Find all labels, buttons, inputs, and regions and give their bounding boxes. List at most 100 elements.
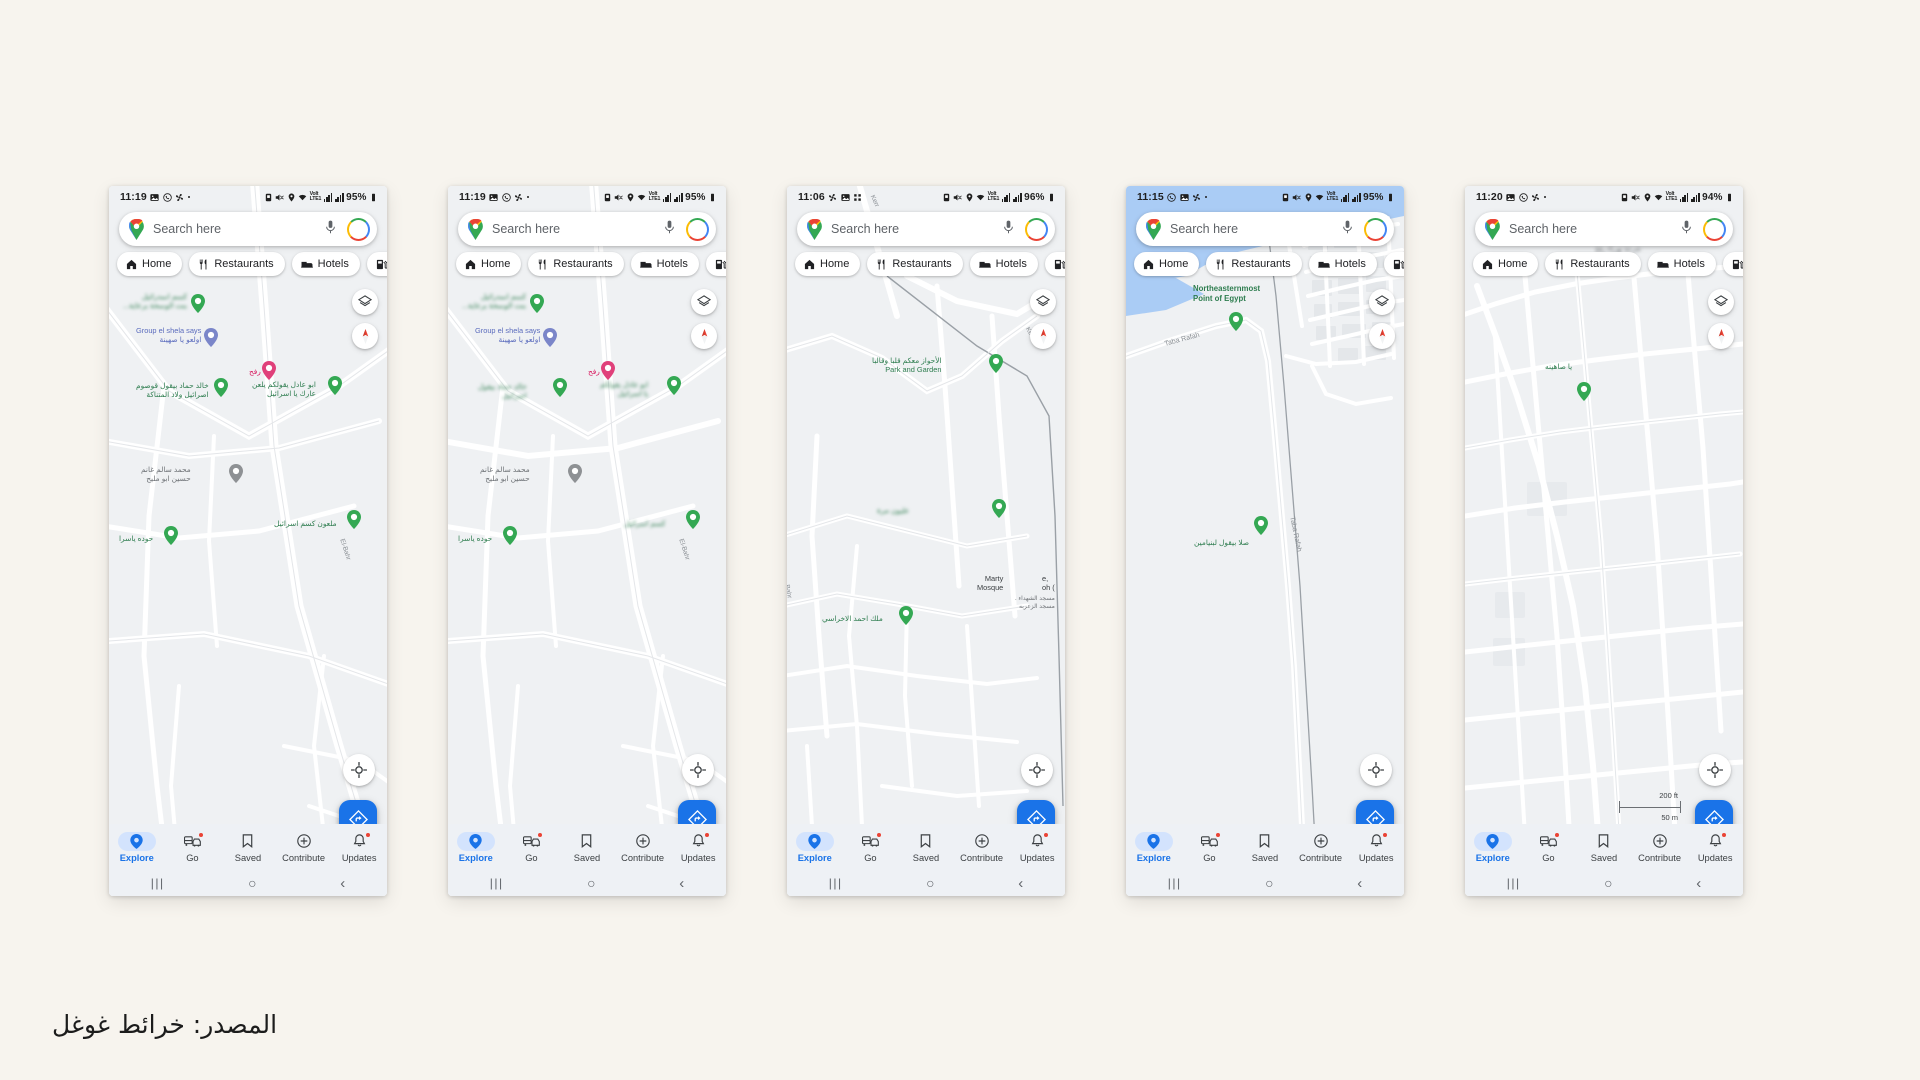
microphone-icon[interactable] xyxy=(325,220,339,239)
nav-updates[interactable]: Updates xyxy=(1348,832,1404,863)
map-layers-button[interactable] xyxy=(1030,289,1056,315)
nav-explore[interactable]: Explore xyxy=(109,831,165,863)
my-location-button[interactable] xyxy=(1021,754,1053,786)
nav-go[interactable]: Go xyxy=(843,832,899,863)
nav-saved[interactable]: Saved xyxy=(559,832,615,863)
recents-button[interactable]: ||| xyxy=(1507,876,1521,890)
search-input[interactable]: Search here xyxy=(831,222,995,236)
back-button[interactable]: ‹ xyxy=(340,875,345,892)
map-marker-park[interactable] xyxy=(667,376,681,395)
chip-restaurants[interactable]: Restaurants xyxy=(1206,252,1302,276)
nav-contribute[interactable]: Contribute xyxy=(1293,832,1349,863)
home-button[interactable]: ○ xyxy=(587,875,595,891)
chip-restaurants[interactable]: Restaurants xyxy=(867,252,963,276)
map-compass-button[interactable] xyxy=(352,323,378,349)
map-compass-button[interactable] xyxy=(1708,323,1734,349)
my-location-button[interactable] xyxy=(1360,754,1392,786)
map-marker-attraction[interactable] xyxy=(899,606,913,625)
chip-home[interactable]: Home xyxy=(456,252,522,276)
home-button[interactable]: ○ xyxy=(1265,875,1273,891)
recents-button[interactable]: ||| xyxy=(1168,876,1182,890)
recents-button[interactable]: ||| xyxy=(490,876,504,890)
chip-hotels[interactable]: Hotels xyxy=(630,252,699,276)
map-canvas-3[interactable]: الأحواز معكم قلبا وقالبا Park and Garden… xyxy=(787,186,1065,896)
map-canvas-4[interactable]: Northeasternmost Point of Egypt Taba Raf… xyxy=(1126,186,1404,896)
map-marker-park[interactable] xyxy=(214,378,228,397)
map-marker-city[interactable] xyxy=(601,361,615,380)
map-compass-button[interactable] xyxy=(1030,323,1056,349)
nav-go[interactable]: Go xyxy=(1521,832,1577,863)
map-marker-park[interactable] xyxy=(328,376,342,395)
search-bar-4[interactable]: Search here xyxy=(1136,212,1394,246)
map-marker-park[interactable] xyxy=(191,294,205,313)
recents-button[interactable]: ||| xyxy=(829,876,843,890)
map-compass-button[interactable] xyxy=(1369,323,1395,349)
map-marker-city[interactable] xyxy=(262,361,276,380)
search-bar-5[interactable]: Search here xyxy=(1475,212,1733,246)
nav-explore[interactable]: Explore xyxy=(448,831,504,863)
nav-contribute[interactable]: Contribute xyxy=(615,832,671,863)
nav-saved[interactable]: Saved xyxy=(220,832,276,863)
search-bar-1[interactable]: Search here xyxy=(119,212,377,246)
search-input[interactable]: Search here xyxy=(1170,222,1334,236)
nav-go[interactable]: Go xyxy=(504,832,560,863)
map-marker-park[interactable] xyxy=(1229,312,1243,331)
map-marker-park[interactable] xyxy=(347,510,361,529)
map-marker-park[interactable] xyxy=(1577,382,1591,401)
map-compass-button[interactable] xyxy=(691,323,717,349)
back-button[interactable]: ‹ xyxy=(1018,875,1023,892)
map-marker-park[interactable] xyxy=(686,510,700,529)
chip-gas[interactable]: Gas xyxy=(1044,252,1065,276)
nav-updates[interactable]: Updates xyxy=(1009,832,1065,863)
avatar[interactable] xyxy=(1364,218,1387,241)
my-location-button[interactable] xyxy=(343,754,375,786)
microphone-icon[interactable] xyxy=(1003,220,1017,239)
nav-updates[interactable]: Updates xyxy=(670,832,726,863)
nav-go[interactable]: Go xyxy=(1182,832,1238,863)
nav-contribute[interactable]: Contribute xyxy=(1632,832,1688,863)
nav-updates[interactable]: Updates xyxy=(331,832,387,863)
my-location-button[interactable] xyxy=(1699,754,1731,786)
avatar[interactable] xyxy=(686,218,709,241)
map-canvas-5[interactable]: شرحة تهرباء رفح يا صاهينه 200 ft 50 m xyxy=(1465,186,1743,896)
nav-go[interactable]: Go xyxy=(165,832,221,863)
map-marker-place[interactable] xyxy=(229,464,243,483)
map-layers-button[interactable] xyxy=(1708,289,1734,315)
search-input[interactable]: Search here xyxy=(1509,222,1673,236)
chip-home[interactable]: Home xyxy=(1473,252,1539,276)
nav-contribute[interactable]: Contribute xyxy=(276,832,332,863)
chip-hotels[interactable]: Hotels xyxy=(291,252,360,276)
map-marker-restaurant[interactable] xyxy=(204,328,218,347)
nav-updates[interactable]: Updates xyxy=(1687,832,1743,863)
map-marker-place[interactable] xyxy=(568,464,582,483)
home-button[interactable]: ○ xyxy=(1604,875,1612,891)
chip-gas[interactable]: Gas xyxy=(1383,252,1404,276)
back-button[interactable]: ‹ xyxy=(1696,875,1701,892)
chip-home[interactable]: Home xyxy=(117,252,183,276)
nav-saved[interactable]: Saved xyxy=(1237,832,1293,863)
chip-restaurants[interactable]: Restaurants xyxy=(189,252,285,276)
avatar[interactable] xyxy=(1025,218,1048,241)
chip-home[interactable]: Home xyxy=(795,252,861,276)
my-location-button[interactable] xyxy=(682,754,714,786)
map-marker-park[interactable] xyxy=(1254,516,1268,535)
chip-restaurants[interactable]: Restaurants xyxy=(1545,252,1641,276)
back-button[interactable]: ‹ xyxy=(1357,875,1362,892)
chip-hotels[interactable]: Hotels xyxy=(1308,252,1377,276)
recents-button[interactable]: ||| xyxy=(151,876,165,890)
chip-gas[interactable]: Gas xyxy=(1722,252,1743,276)
avatar[interactable] xyxy=(347,218,370,241)
search-input[interactable]: Search here xyxy=(492,222,656,236)
chip-hotels[interactable]: Hotels xyxy=(1647,252,1716,276)
search-input[interactable]: Search here xyxy=(153,222,317,236)
map-layers-button[interactable] xyxy=(352,289,378,315)
chip-hotels[interactable]: Hotels xyxy=(969,252,1038,276)
map-marker-park[interactable] xyxy=(503,526,517,545)
search-bar-2[interactable]: Search here xyxy=(458,212,716,246)
nav-saved[interactable]: Saved xyxy=(898,832,954,863)
map-marker-park[interactable] xyxy=(989,354,1003,373)
home-button[interactable]: ○ xyxy=(248,875,256,891)
home-button[interactable]: ○ xyxy=(926,875,934,891)
map-marker-park[interactable] xyxy=(553,378,567,397)
map-canvas-1[interactable]: كىىىم اىىىدرائيل بنت الوىىىخة برعاية... … xyxy=(109,186,387,896)
